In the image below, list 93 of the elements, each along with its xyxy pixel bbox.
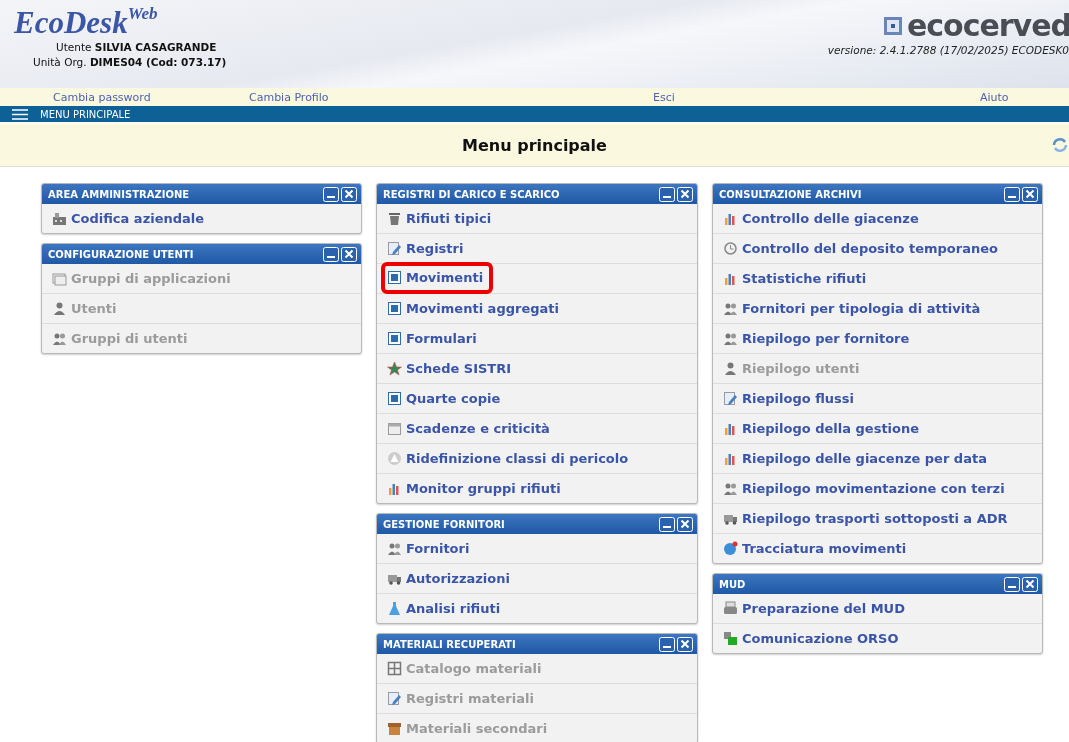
version-text: versione: 2.4.1.2788 (17/02/2025) ECODESK0 xyxy=(827,44,1069,56)
flask-icon xyxy=(387,601,402,616)
window-icon xyxy=(52,271,67,286)
brand-logo-icon xyxy=(882,16,903,36)
menu-item[interactable]: Controllo delle giacenze xyxy=(717,202,929,235)
star-icon xyxy=(387,361,402,376)
menu-item[interactable]: Riepilogo flussi xyxy=(717,382,865,415)
panel-title: REGISTRI DI CARICO E SCARICO xyxy=(383,188,560,200)
trash-icon xyxy=(387,211,402,226)
clock-icon xyxy=(723,241,738,256)
panel-title: MATERIALI RECUPERATI xyxy=(383,638,516,650)
menu-item[interactable]: Rifiuti tipici xyxy=(381,202,502,235)
minimize-icon[interactable] xyxy=(659,516,675,532)
menu-item[interactable]: Statistiche rifiuti xyxy=(717,262,877,295)
menu-item[interactable]: Movimenti aggregati xyxy=(381,292,569,325)
square-icon xyxy=(387,331,402,346)
menu-item[interactable]: Schede SISTRI xyxy=(381,352,522,385)
document-icon xyxy=(723,391,738,406)
panel-title: AREA AMMINISTRAZIONE xyxy=(48,188,190,200)
header-link[interactable]: Cambia password xyxy=(53,90,249,104)
menu-item[interactable]: Movimenti xyxy=(381,261,494,294)
panel-title: CONSULTAZIONE ARCHIVI xyxy=(719,188,862,200)
menu-item[interactable]: Autorizzazioni xyxy=(381,562,520,595)
building-icon xyxy=(52,211,67,226)
menu-item[interactable]: Fornitori xyxy=(381,532,480,565)
menu-item[interactable]: Analisi rifiuti xyxy=(381,592,511,625)
globe-icon xyxy=(723,541,738,556)
minimize-icon[interactable] xyxy=(659,636,675,652)
printer-icon xyxy=(723,601,738,616)
chart-icon xyxy=(723,421,738,436)
user-name: Utente SILVIA CASAGRANDE xyxy=(55,40,218,55)
minimize-icon[interactable] xyxy=(1004,186,1020,202)
minimize-icon[interactable] xyxy=(323,186,339,202)
boxes-icon xyxy=(723,631,738,646)
warning-icon xyxy=(387,451,402,466)
close-icon[interactable] xyxy=(1022,576,1038,592)
header-link[interactable]: Esci xyxy=(653,90,980,104)
organization-unit: Unità Org. DIMES04 (Cod: 073.17) xyxy=(32,55,227,70)
menu-item[interactable]: Fornitori per tipologia di attività xyxy=(717,292,991,325)
close-icon[interactable] xyxy=(341,186,357,202)
page-title: Menu principale xyxy=(462,135,607,155)
menu-item[interactable]: Formulari xyxy=(381,322,487,355)
minimize-icon[interactable] xyxy=(659,186,675,202)
box-icon xyxy=(387,721,402,736)
document-icon xyxy=(387,241,402,256)
panel-title: MUD xyxy=(719,578,746,590)
chart-icon xyxy=(723,451,738,466)
chart-icon xyxy=(723,271,738,286)
header-link[interactable]: Aiuto xyxy=(980,90,1069,104)
people-icon xyxy=(723,301,738,316)
person-icon xyxy=(723,361,738,376)
menu-item[interactable]: Monitor gruppi rifiuti xyxy=(381,472,571,505)
square-icon xyxy=(387,270,402,285)
minimize-icon[interactable] xyxy=(1004,576,1020,592)
menu-item[interactable]: Scadenze e criticità xyxy=(381,412,560,445)
app-logo: EcoDesk$^{Web}$ xyxy=(14,6,159,40)
panel-title: GESTIONE FORNITORI xyxy=(383,518,505,530)
people-icon xyxy=(387,541,402,556)
calendar-icon xyxy=(387,421,402,436)
close-icon[interactable] xyxy=(677,186,693,202)
minimize-icon[interactable] xyxy=(323,246,339,262)
document-icon xyxy=(387,691,402,706)
close-icon[interactable] xyxy=(677,516,693,532)
close-icon[interactable] xyxy=(677,636,693,652)
menu-item[interactable]: Quarte copie xyxy=(381,382,511,415)
chart-icon xyxy=(723,211,738,226)
menu-item[interactable]: Ridefinizione classi di pericolo xyxy=(381,442,639,475)
menu-item[interactable]: Riepilogo trasporti sottoposti a ADR xyxy=(717,502,1018,535)
panel-title: CONFIGURAZIONE UTENTI xyxy=(48,248,194,260)
people-icon xyxy=(52,331,67,346)
menu-item[interactable]: Riepilogo delle giacenze per data xyxy=(717,442,997,475)
menu-item[interactable]: Riepilogo per fornitore xyxy=(717,322,920,355)
menu-label: MENU PRINCIPALE xyxy=(40,108,131,120)
menu-item[interactable]: Codifica aziendale xyxy=(46,202,215,235)
grid-icon xyxy=(387,661,402,676)
header-link[interactable]: Cambia Profilo xyxy=(249,90,653,104)
menu-item[interactable]: Preparazione del MUD xyxy=(717,592,915,625)
menu-icon[interactable] xyxy=(12,108,28,120)
menu-item[interactable]: Riepilogo della gestione xyxy=(717,412,930,445)
refresh-icon[interactable] xyxy=(1051,136,1069,154)
close-icon[interactable] xyxy=(1022,186,1038,202)
close-icon[interactable] xyxy=(341,246,357,262)
chart-icon xyxy=(387,481,402,496)
square-icon xyxy=(387,301,402,316)
menu-item[interactable]: Controllo del deposito temporaneo xyxy=(717,232,1008,265)
square-icon xyxy=(387,391,402,406)
people-icon xyxy=(723,331,738,346)
menu-item[interactable]: Comunicazione ORSO xyxy=(717,622,909,655)
brand-name: ecocerved xyxy=(906,12,1069,40)
menu-item[interactable]: Riepilogo movimentazione con terzi xyxy=(717,472,1015,505)
people-icon xyxy=(723,481,738,496)
menu-item[interactable]: Tracciatura movimenti xyxy=(717,532,917,565)
person-icon xyxy=(52,301,67,316)
